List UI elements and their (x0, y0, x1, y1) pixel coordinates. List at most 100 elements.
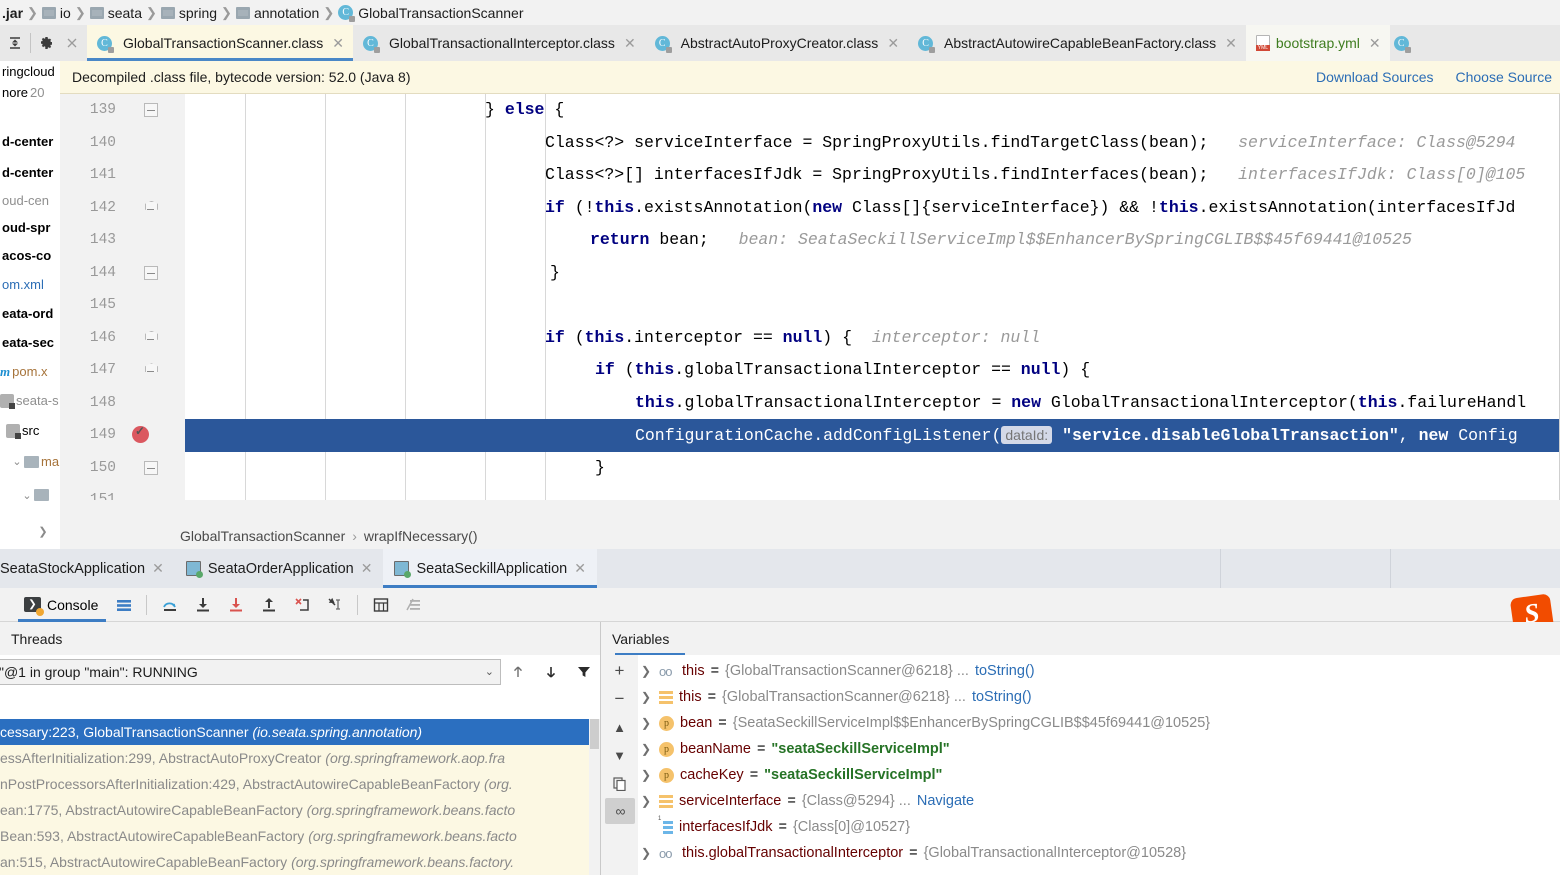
step-over-icon[interactable] (154, 589, 185, 621)
code-editor[interactable]: 139 140 141 142 143 144 145 146 147 148 … (60, 94, 1560, 522)
move-up-button[interactable] (501, 658, 534, 686)
variable-row[interactable]: ❯ this = {GlobalTransactionScanner@6218}… (639, 684, 1560, 710)
fold-marker-icon[interactable] (144, 331, 158, 345)
tab-overflow-partial[interactable]: C (1389, 25, 1418, 61)
breadcrumb-item-seata[interactable]: seata (88, 5, 144, 21)
force-step-into-icon[interactable] (220, 589, 251, 621)
choose-sources-link[interactable]: Choose Source (1455, 69, 1552, 85)
frame-row[interactable]: an:515, AbstractAutowireCapableBeanFacto… (0, 849, 600, 875)
variable-row[interactable]: ❯ oo this.globalTransactionalInterceptor… (639, 840, 1560, 866)
variable-row[interactable]: ❯ p bean = {SeataSeckillServiceImpl$$Enh… (639, 710, 1560, 736)
call-stack-frames[interactable]: cessary:223, GlobalTransactionScanner (i… (0, 719, 600, 875)
expand-chevron-icon[interactable]: ❯ (639, 664, 653, 678)
breadcrumb-item-class[interactable]: C GlobalTransactionScanner (336, 5, 525, 22)
tree-item[interactable]: nore 20 (0, 81, 60, 103)
breadcrumb-item-jar[interactable]: .jar (0, 5, 25, 21)
chevron-right-icon[interactable]: ❯ (36, 525, 50, 538)
frame-row[interactable]: cessary:223, GlobalTransactionScanner (i… (0, 719, 600, 745)
up-icon[interactable]: ▲ (605, 714, 635, 740)
expand-chevron-icon[interactable]: ❯ (639, 690, 653, 704)
chevron-down-icon[interactable]: ⌄ (10, 455, 24, 468)
tab-close-icon[interactable]: ✕ (887, 35, 899, 52)
project-tree-sidebar[interactable]: ringcloud nore 20 d-center d-center oud-… (0, 61, 60, 539)
breakpoint-icon[interactable] (132, 424, 149, 443)
console-tab[interactable]: ❯ Console (18, 589, 107, 622)
tree-item[interactable]: ringcloud (0, 61, 60, 81)
show-as-list-icon[interactable] (108, 589, 139, 621)
frames-scrollbar[interactable] (589, 719, 600, 875)
fold-marker-icon[interactable] (144, 265, 158, 280)
variable-row[interactable]: ❯ oo this = {GlobalTransactionScanner@62… (639, 658, 1560, 684)
editor-gutter[interactable]: 139 140 141 142 143 144 145 146 147 148 … (60, 94, 185, 522)
fold-marker-icon[interactable] (144, 201, 158, 215)
tree-item[interactable]: d-center (0, 125, 60, 157)
drop-frame-icon[interactable] (286, 589, 317, 621)
tab-abstract-autowire-capable-bean-factory[interactable]: C AbstractAutowireCapableBeanFactory.cla… (908, 25, 1246, 61)
expand-chevron-icon[interactable]: ❯ (639, 742, 653, 756)
collapse-all-icon[interactable] (2, 26, 28, 60)
tree-item[interactable]: oud-spr (0, 213, 60, 241)
tree-item[interactable]: oud-cen (0, 187, 60, 213)
tree-item[interactable]: eata-ord (0, 299, 60, 328)
tab-global-transactional-interceptor[interactable]: C GlobalTransactionalInterceptor.class ✕ (353, 25, 645, 61)
code-text-area[interactable]: } else { Class<?> serviceInterface = Spr… (185, 94, 1560, 522)
frame-row[interactable]: essAfterInitialization:299, AbstractAuto… (0, 745, 600, 771)
frame-row[interactable]: ean:1775, AbstractAutowireCapableBeanFac… (0, 797, 600, 823)
evaluate-expression-icon[interactable] (365, 589, 396, 621)
settings-gear-icon[interactable] (33, 26, 59, 60)
breadcrumb-method[interactable]: wrapIfNecessary() (364, 528, 478, 544)
breadcrumb-class[interactable]: GlobalTransactionScanner (180, 528, 345, 544)
tree-item[interactable]: acos-co (0, 241, 60, 269)
move-down-button[interactable] (534, 658, 567, 686)
breadcrumb-item-annotation[interactable]: annotation (234, 5, 321, 21)
tab-bootstrap-yml[interactable]: bootstrap.yml ✕ (1245, 25, 1390, 61)
variable-row[interactable]: ❯ p cacheKey = "seataSeckillServiceImpl" (639, 762, 1560, 788)
fold-marker-icon[interactable] (144, 103, 158, 118)
session-tab-seata-stock[interactable]: SeataStockApplication ✕ (0, 549, 175, 588)
tree-item[interactable]: ⌄ (0, 477, 60, 513)
variables-list[interactable]: ❯ oo this = {GlobalTransactionScanner@62… (639, 655, 1560, 875)
chevron-down-icon[interactable]: ⌄ (20, 489, 34, 502)
remove-watch-icon[interactable]: − (605, 686, 635, 712)
fold-marker-icon[interactable] (144, 460, 158, 475)
variable-row[interactable]: ❯ serviceInterface = {Class@5294} ... Na… (639, 788, 1560, 814)
variable-link[interactable]: toString() (972, 689, 1032, 705)
tree-item[interactable]: seata-s (0, 386, 60, 415)
tab-global-transaction-scanner[interactable]: C GlobalTransactionScanner.class ✕ (87, 25, 353, 61)
fold-marker-icon[interactable] (144, 363, 158, 377)
variable-link[interactable]: toString() (975, 663, 1035, 679)
step-out-icon[interactable] (253, 589, 284, 621)
expand-chevron-icon[interactable]: ❯ (639, 794, 653, 808)
expand-chevron-icon[interactable]: ❯ (639, 716, 653, 730)
tree-item[interactable]: m pom.x (0, 357, 60, 386)
filter-button[interactable] (567, 658, 600, 686)
tab-close-icon[interactable]: ✕ (624, 35, 636, 52)
tree-item[interactable]: eata-sec (0, 328, 60, 357)
frame-row[interactable]: nPostProcessorsAfterInitialization:429, … (0, 771, 600, 797)
session-tab-close-icon[interactable]: ✕ (574, 560, 586, 577)
copy-icon[interactable] (605, 770, 635, 796)
tree-item[interactable]: ❯ (0, 513, 60, 539)
download-sources-link[interactable]: Download Sources (1316, 69, 1434, 85)
inline-watches-icon[interactable]: ∞ (604, 798, 635, 824)
session-tab-close-icon[interactable]: ✕ (361, 560, 373, 577)
chevron-down-icon[interactable]: ⌄ (485, 665, 494, 678)
frames-scrollbar-thumb[interactable] (590, 719, 599, 749)
breadcrumb-item-spring[interactable]: spring (159, 5, 219, 21)
step-into-icon[interactable] (187, 589, 218, 621)
expand-chevron-icon[interactable]: ❯ (639, 768, 653, 782)
add-watch-icon[interactable]: + (605, 658, 635, 684)
tree-item[interactable]: om.xml (0, 269, 60, 299)
tab-abstract-auto-proxy-creator[interactable]: C AbstractAutoProxyCreator.class ✕ (644, 25, 909, 61)
breadcrumb-item-io[interactable]: io (40, 5, 73, 21)
session-tab-seata-seckill[interactable]: SeataSeckillApplication ✕ (383, 549, 598, 588)
variable-navigate-link[interactable]: Navigate (917, 793, 974, 809)
tab-close-icon[interactable]: ✕ (1225, 35, 1237, 52)
mute-breakpoints-icon[interactable] (398, 589, 429, 621)
frame-row[interactable]: Bean:593, AbstractAutowireCapableBeanFac… (0, 823, 600, 849)
run-to-cursor-icon[interactable] (319, 589, 350, 621)
tab-close-icon[interactable]: ✕ (332, 35, 344, 52)
tree-item[interactable]: d-center (0, 157, 60, 187)
variable-row[interactable]: interfacesIfJdk = {Class[0]@10527} (639, 814, 1560, 840)
tree-item[interactable]: src (0, 415, 60, 446)
